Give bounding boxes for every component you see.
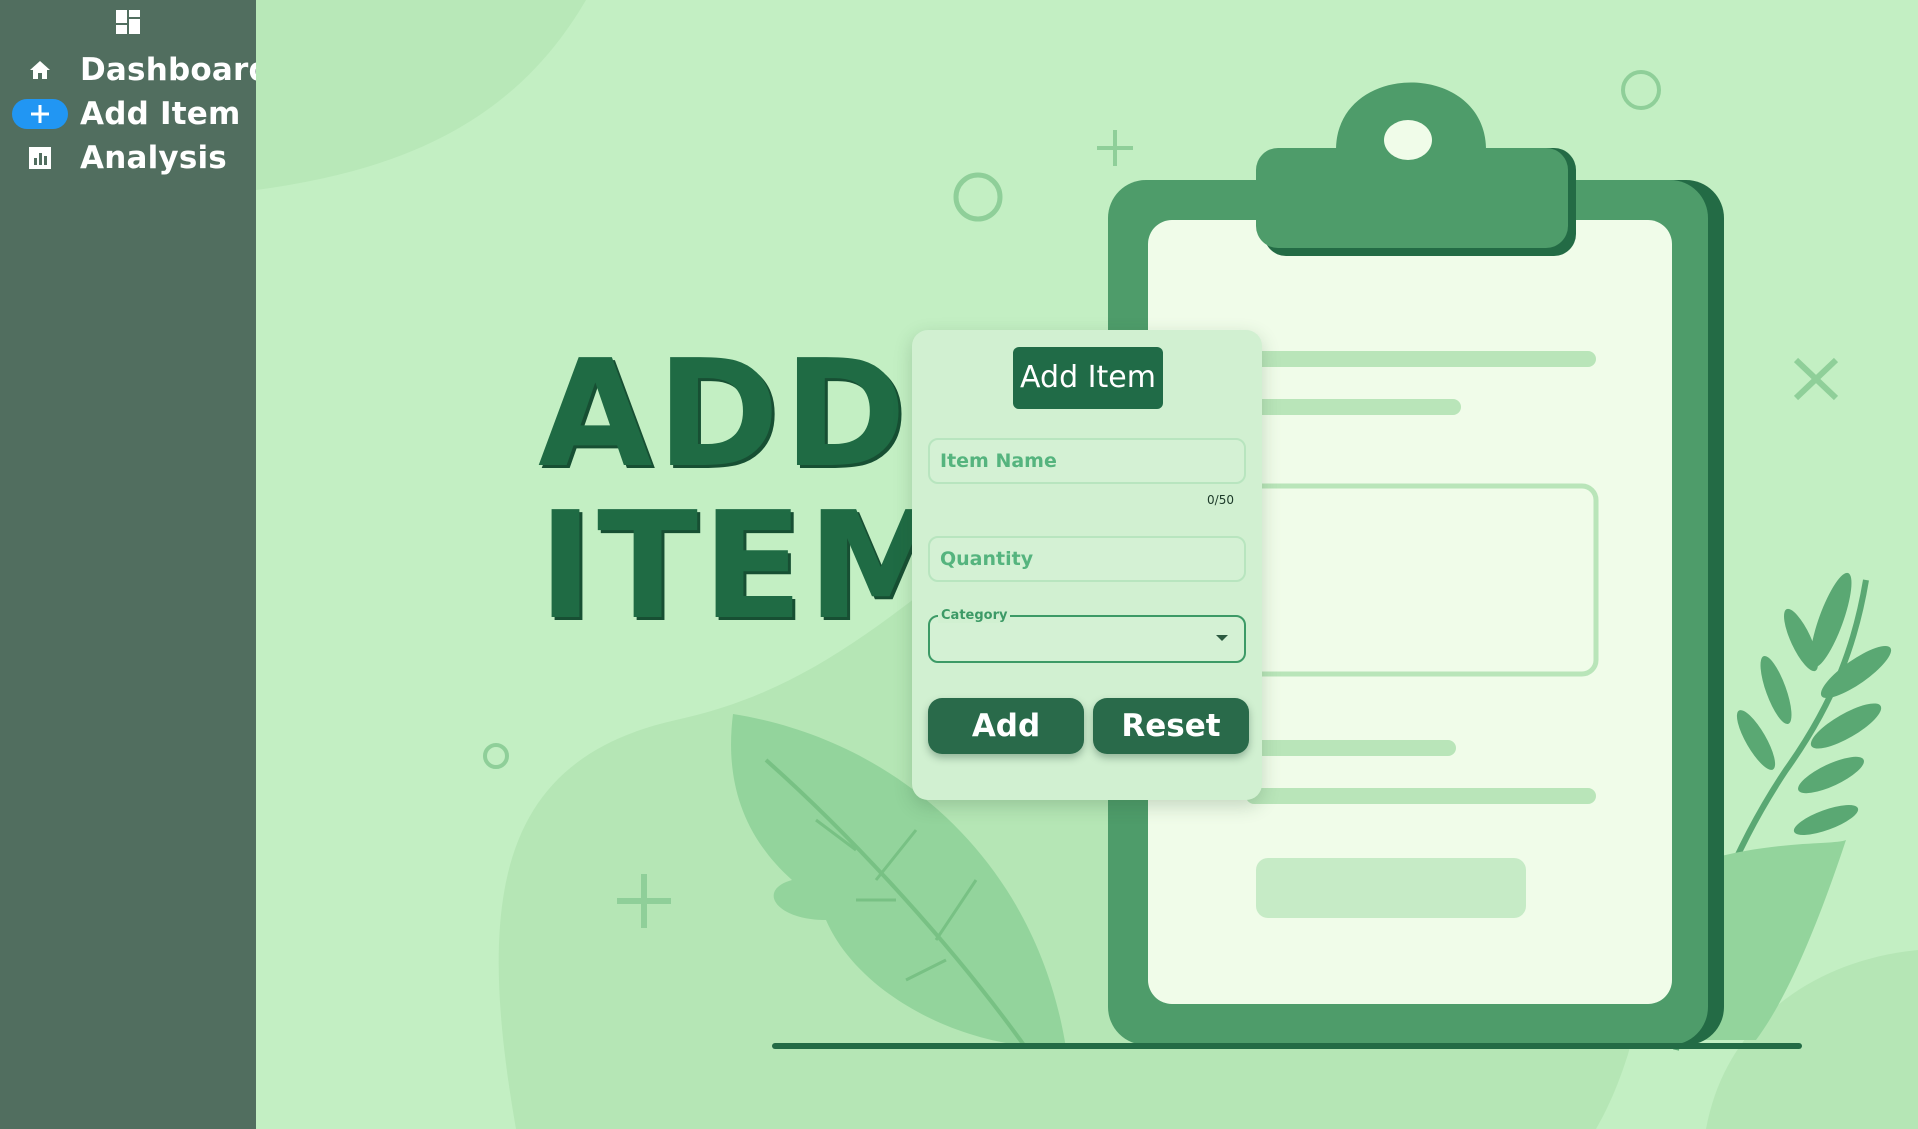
bar-chart-icon bbox=[29, 147, 51, 169]
clipboard-clip bbox=[1256, 148, 1568, 248]
plus-icon bbox=[31, 105, 49, 123]
hero-title: ADD ITEM bbox=[538, 338, 958, 642]
form-title: Add Item bbox=[1013, 347, 1163, 409]
clipboard-hole bbox=[1384, 120, 1432, 160]
plus-icon-wrap bbox=[12, 99, 68, 129]
item-name-input[interactable] bbox=[930, 440, 1244, 482]
sidebar-item-label: Dashboard bbox=[80, 52, 271, 88]
quantity-field[interactable] bbox=[928, 536, 1246, 582]
main-content: ADD ITEM Add Item 0/50 Category Add Rese… bbox=[256, 0, 1918, 1129]
item-name-char-counter: 0/50 bbox=[1207, 493, 1234, 507]
item-name-field[interactable] bbox=[928, 438, 1246, 484]
ring-decoration bbox=[953, 172, 1003, 222]
sidebar: Dashboard Add Item Analysis bbox=[0, 0, 271, 1129]
sidebar-item-dashboard[interactable]: Dashboard bbox=[0, 48, 271, 92]
sidebar-item-add-item[interactable]: Add Item bbox=[0, 92, 256, 136]
sidebar-item-label: Analysis bbox=[80, 140, 227, 176]
ring-decoration bbox=[1621, 70, 1661, 110]
sidebar-item-label: Add Item bbox=[80, 96, 241, 132]
home-icon-wrap bbox=[12, 55, 68, 85]
category-label: Category bbox=[938, 608, 1011, 623]
x-decoration bbox=[1793, 357, 1839, 401]
home-icon bbox=[30, 61, 50, 79]
add-button[interactable]: Add bbox=[928, 698, 1084, 754]
category-select[interactable]: Category bbox=[928, 608, 1246, 663]
ground-line bbox=[772, 1043, 1802, 1049]
chevron-down-icon[interactable] bbox=[1216, 635, 1228, 641]
plant-leaves bbox=[1736, 572, 1892, 835]
add-item-form-card: Add Item 0/50 Category Add Reset bbox=[912, 330, 1262, 800]
reset-button[interactable]: Reset bbox=[1093, 698, 1249, 754]
ring-decoration bbox=[483, 743, 509, 769]
top-left-blob bbox=[256, 0, 586, 190]
hero-line-1: ADD bbox=[538, 328, 911, 500]
quantity-input[interactable] bbox=[930, 538, 1244, 580]
dashboard-grid-icon[interactable] bbox=[116, 10, 140, 34]
bar-chart-icon-wrap bbox=[12, 143, 68, 173]
plus-decoration bbox=[1097, 130, 1133, 166]
sidebar-item-analysis[interactable]: Analysis bbox=[0, 136, 256, 180]
hero-line-2: ITEM bbox=[538, 480, 959, 652]
